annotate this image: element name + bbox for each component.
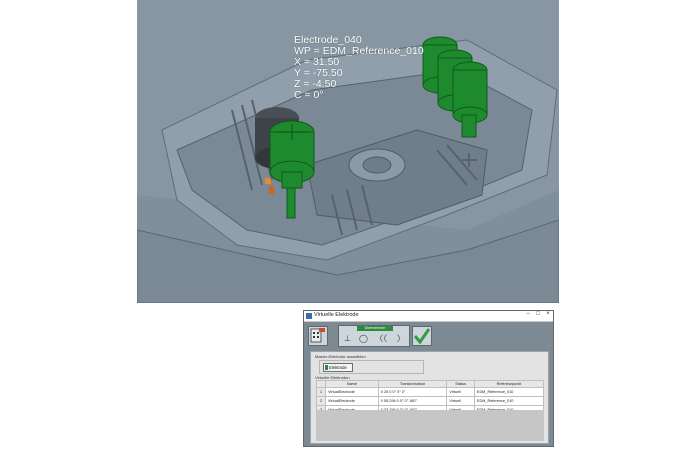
- cad-viewport[interactable]: Electrode_040 WP = EDM_Reference_010 X =…: [137, 0, 559, 303]
- cell-name: VirtualElectrode: [325, 387, 379, 397]
- confirm-button[interactable]: [412, 326, 432, 346]
- app-icon: [306, 313, 312, 319]
- table-header-row: Name Transformation Status Referenzpunkt: [316, 380, 545, 388]
- checkmark-icon: [413, 328, 431, 345]
- master-electrode-group: Elektrode: [319, 360, 424, 374]
- index-header: [316, 380, 326, 388]
- row-index: 1: [316, 387, 326, 397]
- cell-status: Virtuell: [446, 396, 475, 406]
- previous-icon[interactable]: 〈〈: [375, 334, 387, 344]
- overlay-c-rotation: C = 0°: [294, 89, 324, 101]
- apply-label: Übernehmen: [357, 326, 393, 331]
- column-header-name[interactable]: Name: [325, 380, 379, 388]
- column-header-reference[interactable]: Referenzpunkt: [473, 380, 545, 388]
- cell-transformation: 0 25 0 0° 0° 0°: [377, 387, 448, 397]
- row-index: 2: [316, 396, 326, 406]
- column-header-transformation[interactable]: Transformation: [377, 380, 448, 388]
- dialog-toolbar: Übernehmen ⊥ ◯ 〈〈 〉: [308, 325, 551, 349]
- table-row[interactable]: 2 VirtualElectrode 0 55.296 0 0° 0° 180°…: [316, 396, 545, 406]
- master-section-label: Master-Elektrode auswählen: [315, 354, 366, 359]
- align-icon[interactable]: ⊥: [344, 334, 351, 344]
- cell-transformation: 0 55.296 0 0° 0° 180°: [377, 396, 448, 406]
- column-header-status[interactable]: Status: [446, 380, 475, 388]
- dialog-content-panel: Master-Elektrode auswählen Elektrode Vir…: [310, 351, 549, 444]
- dialog-title: Virtuelle Elektrode: [314, 312, 359, 318]
- minimize-button[interactable]: −: [523, 311, 533, 317]
- circle-icon[interactable]: ◯: [359, 334, 368, 344]
- cell-name: VirtualElectrode: [325, 396, 379, 406]
- dialog-titlebar[interactable]: Virtuelle Elektrode − □ ×: [304, 311, 553, 322]
- navigation-group: Übernehmen ⊥ ◯ 〈〈 〉: [338, 325, 410, 347]
- electrode-select-button[interactable]: Elektrode: [323, 363, 353, 372]
- electrode-table-button[interactable]: [308, 326, 328, 346]
- table-row[interactable]: 1 VirtualElectrode 0 25 0 0° 0° 0° Virtu…: [316, 387, 545, 397]
- maximize-button[interactable]: □: [533, 311, 543, 317]
- cell-status: Virtuell: [446, 387, 475, 397]
- cell-reference: EDM_Reference_010: [473, 396, 545, 406]
- table-empty-area: [316, 410, 544, 441]
- next-icon[interactable]: 〉: [397, 334, 405, 344]
- virtual-electrode-dialog: Virtuelle Elektrode − □ × Übernehmen ⊥ ◯…: [303, 310, 554, 447]
- close-button[interactable]: ×: [543, 311, 553, 317]
- cell-reference: EDM_Reference_010: [473, 387, 545, 397]
- table-calculator-icon: [310, 328, 325, 343]
